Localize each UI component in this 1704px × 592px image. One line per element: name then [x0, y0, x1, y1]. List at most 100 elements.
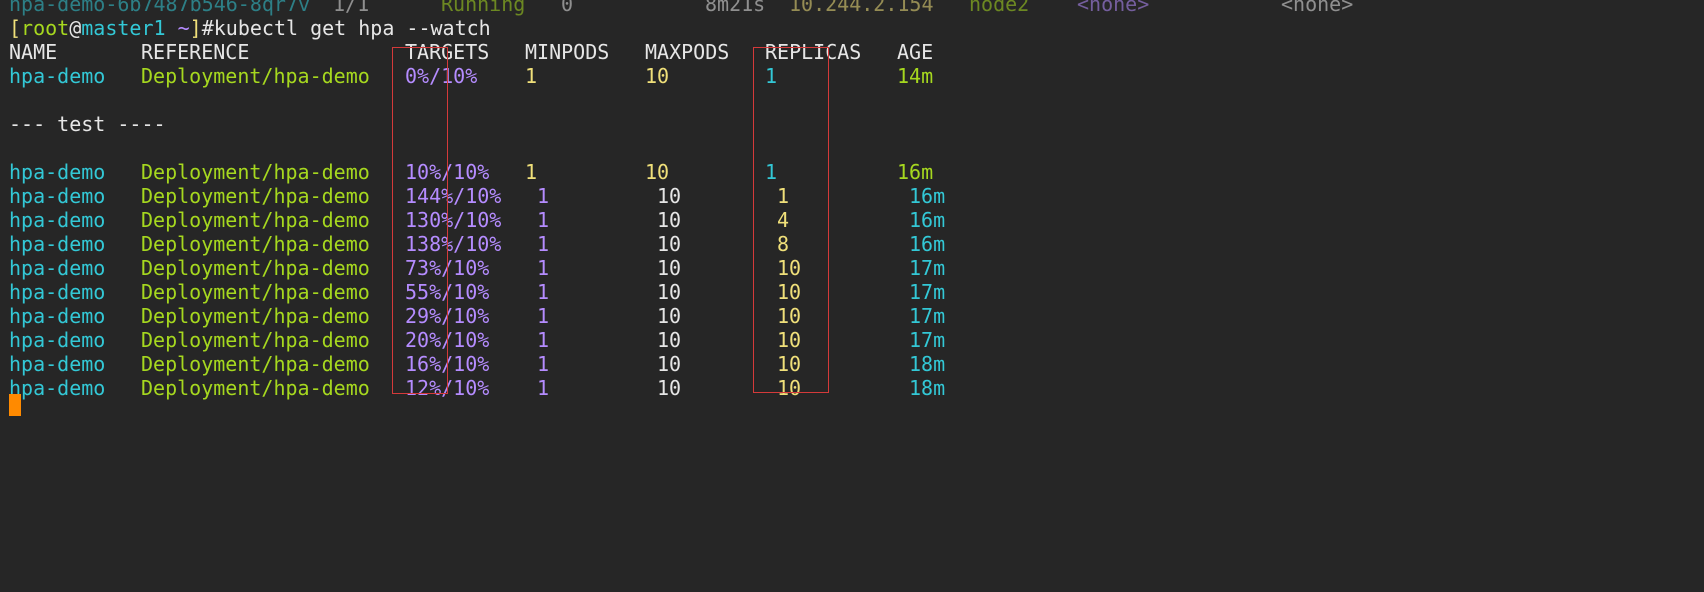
row-age: 18m — [909, 352, 946, 376]
row-minpods: 1 — [525, 64, 538, 88]
table-row: hpa-demo Deployment/hpa-demo 10%/10% 1 1… — [9, 160, 1704, 184]
row-targets: 138%/10% — [405, 232, 502, 256]
row-name: hpa-demo — [9, 352, 106, 376]
row-age: 16m — [909, 232, 946, 256]
row-age: 17m — [909, 328, 946, 352]
row-maxpods: 10 — [657, 352, 682, 376]
row-maxpods: 10 — [657, 208, 682, 232]
header-name: NAME — [9, 40, 58, 64]
row-minpods: 1 — [537, 208, 550, 232]
row-minpods: 1 — [537, 256, 550, 280]
table-row: hpa-demo Deployment/hpa-demo 144%/10% 1 … — [9, 184, 1704, 208]
row-reference: Deployment/hpa-demo — [141, 328, 370, 352]
row-maxpods: 10 — [657, 376, 682, 400]
row-maxpods: 10 — [657, 304, 682, 328]
row-reference: Deployment/hpa-demo — [141, 232, 370, 256]
row-minpods: 1 — [537, 376, 550, 400]
row-replicas: 10 — [777, 304, 802, 328]
row-maxpods: 10 — [657, 328, 682, 352]
row-age: 18m — [909, 376, 946, 400]
row-age: 16m — [909, 184, 946, 208]
row-maxpods: 10 — [657, 232, 682, 256]
prompt-symbol: # — [201, 16, 214, 40]
row-targets: 0%/10% — [405, 64, 478, 88]
row-reference: Deployment/hpa-demo — [141, 352, 370, 376]
previous-pod-gates: <none> — [1281, 0, 1354, 16]
previous-pod-name: hpa-demo-6b7487b546-8qr7v — [9, 0, 311, 16]
row-reference: Deployment/hpa-demo — [141, 304, 370, 328]
row-targets: 55%/10% — [405, 280, 490, 304]
table-row: hpa-demo Deployment/hpa-demo 55%/10% 1 1… — [9, 280, 1704, 304]
row-minpods: 1 — [537, 328, 550, 352]
row-targets: 20%/10% — [405, 328, 490, 352]
row-name: hpa-demo — [9, 304, 106, 328]
prompt-path: ~ — [165, 16, 190, 40]
row-name: hpa-demo — [9, 256, 106, 280]
prompt-host: master1 — [81, 16, 166, 40]
row-reference: Deployment/hpa-demo — [141, 256, 370, 280]
row-targets: 10%/10% — [405, 160, 490, 184]
table-row: hpa-demo Deployment/hpa-demo 16%/10% 1 1… — [9, 352, 1704, 376]
row-reference: Deployment/hpa-demo — [141, 376, 370, 400]
table-row: hpa-demo Deployment/hpa-demo 20%/10% 1 1… — [9, 328, 1704, 352]
row-replicas: 10 — [777, 352, 802, 376]
row-minpods: 1 — [537, 304, 550, 328]
row-replicas: 10 — [777, 376, 802, 400]
previous-pod-restarts: 0 — [561, 0, 574, 16]
prompt-at: @ — [69, 16, 82, 40]
row-targets: 73%/10% — [405, 256, 490, 280]
separator-line: --- test ---- — [9, 112, 1704, 136]
row-minpods: 1 — [537, 184, 550, 208]
row-name: hpa-demo — [9, 160, 106, 184]
separator-text: --- test ---- — [9, 112, 166, 136]
row-name: hpa-demo — [9, 208, 106, 232]
row-name: hpa-demo — [9, 184, 106, 208]
row-name: hpa-demo — [9, 280, 106, 304]
row-maxpods: 10 — [645, 160, 670, 184]
prompt-user: root — [21, 16, 70, 40]
previous-pod-line: hpa-demo-6b7487b546-8qr7v 1/1 Running 0 … — [9, 0, 1704, 16]
row-age: 17m — [909, 256, 946, 280]
table-row: hpa-demo Deployment/hpa-demo 73%/10% 1 1… — [9, 256, 1704, 280]
command-text: kubectl get hpa --watch — [213, 16, 491, 40]
row-reference: Deployment/hpa-demo — [141, 160, 370, 184]
header-age: AGE — [897, 40, 934, 64]
table-row: hpa-demo Deployment/hpa-demo 130%/10% 1 … — [9, 208, 1704, 232]
table-row: hpa-demo Deployment/hpa-demo 0%/10% 1 10… — [9, 64, 1704, 88]
terminal-output[interactable]: hpa-demo-6b7487b546-8qr7v 1/1 Running 0 … — [9, 0, 1704, 450]
row-reference: Deployment/hpa-demo — [141, 280, 370, 304]
terminal-cursor[interactable] — [9, 394, 21, 416]
row-age: 17m — [909, 304, 946, 328]
row-name: hpa-demo — [9, 64, 106, 88]
row-replicas: 10 — [777, 280, 802, 304]
header-minpods: MINPODS — [525, 40, 610, 64]
previous-pod-ready: 1/1 — [333, 0, 370, 16]
header-maxpods: MAXPODS — [645, 40, 730, 64]
header-targets: TARGETS — [405, 40, 490, 64]
row-age: 17m — [909, 280, 946, 304]
previous-pod-status: Running — [441, 0, 526, 16]
table-row: hpa-demo Deployment/hpa-demo 12%/10% 1 1… — [9, 376, 1704, 400]
previous-pod-node: node2 — [969, 0, 1030, 16]
row-name: hpa-demo — [9, 232, 106, 256]
row-maxpods: 10 — [645, 64, 670, 88]
row-reference: Deployment/hpa-demo — [141, 64, 370, 88]
table-row: hpa-demo Deployment/hpa-demo 138%/10% 1 … — [9, 232, 1704, 256]
table-header: NAME REFERENCE TARGETS MINPODS MAXPODS R… — [9, 40, 1704, 64]
prompt-close-bracket: ] — [189, 16, 202, 40]
row-maxpods: 10 — [657, 280, 682, 304]
prompt-line: [root@master1 ~]#kubectl get hpa --watch — [9, 16, 1704, 40]
row-targets: 130%/10% — [405, 208, 502, 232]
row-replicas: 1 — [777, 184, 790, 208]
header-reference: REFERENCE — [141, 40, 250, 64]
row-maxpods: 10 — [657, 256, 682, 280]
row-age: 14m — [897, 64, 934, 88]
row-name: hpa-demo — [9, 328, 106, 352]
row-targets: 29%/10% — [405, 304, 490, 328]
row-name: hpa-demo — [9, 376, 106, 400]
prompt-open-bracket: [ — [9, 16, 22, 40]
row-age: 16m — [897, 160, 934, 184]
row-replicas: 10 — [777, 256, 802, 280]
